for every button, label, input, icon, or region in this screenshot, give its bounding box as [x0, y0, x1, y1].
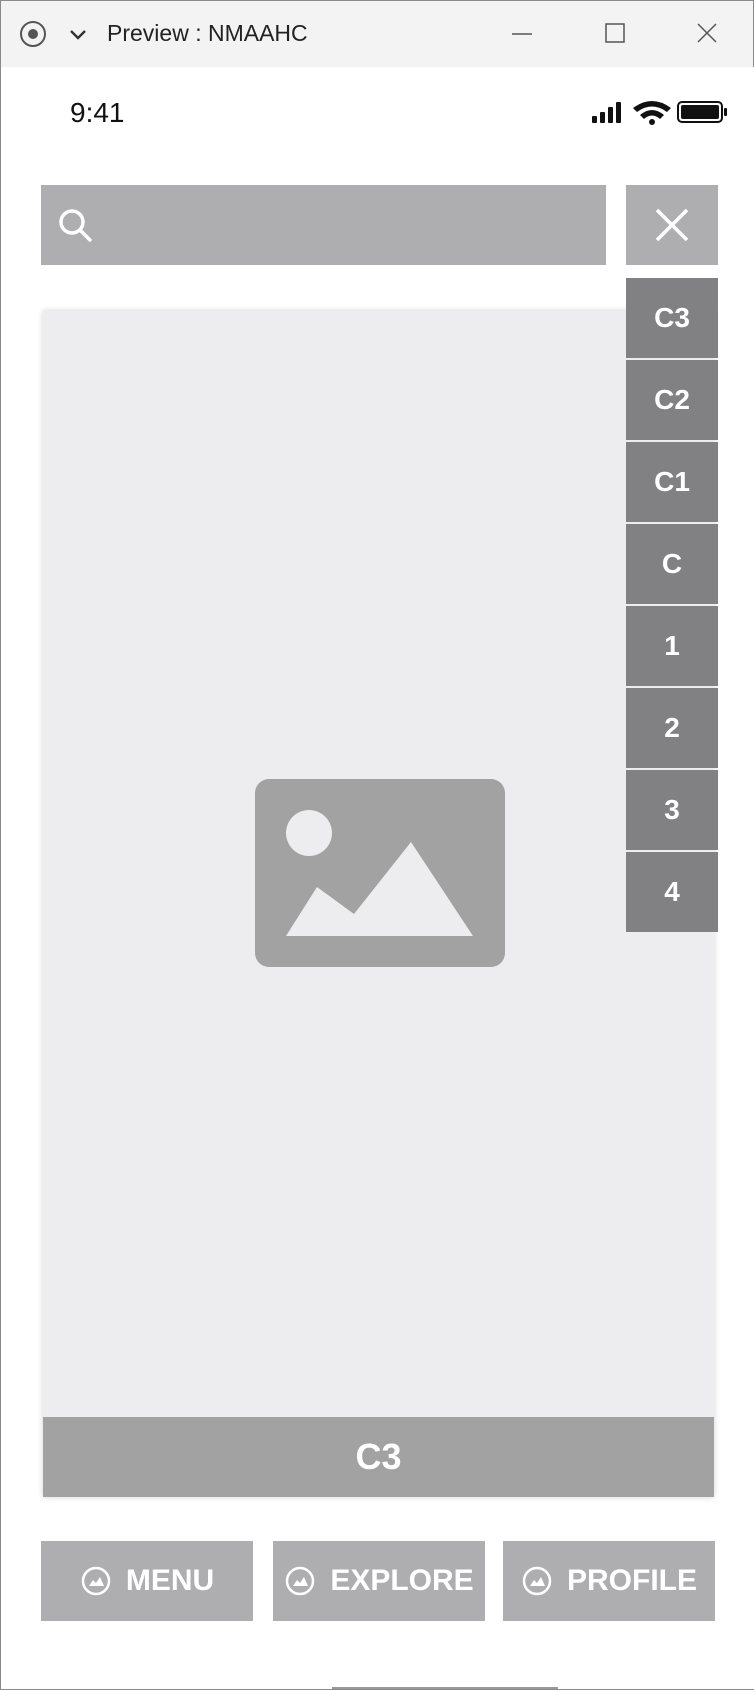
- search-input[interactable]: [41, 185, 606, 265]
- menu-label: MENU: [125, 1564, 215, 1597]
- status-icons: [592, 101, 727, 125]
- cellular-signal-icon: [592, 102, 621, 123]
- image-placeholder-icon: [255, 779, 505, 967]
- profile-button[interactable]: PROFILE: [503, 1541, 715, 1621]
- profile-label: PROFILE: [566, 1564, 697, 1597]
- floor-button-4[interactable]: 4: [626, 852, 718, 932]
- search-icon: [59, 209, 92, 242]
- menu-icon: [81, 1566, 111, 1596]
- floor-map-card[interactable]: C3: [43, 311, 714, 1497]
- floor-button-c1[interactable]: C1: [626, 442, 718, 522]
- floor-button-1[interactable]: 1: [626, 606, 718, 686]
- window-title: Preview : NMAAHC: [107, 20, 308, 46]
- bottom-nav: MENU EXPLORE PROFILE: [2, 1541, 754, 1621]
- floor-button-3[interactable]: 3: [626, 770, 718, 850]
- explore-icon: [286, 1566, 315, 1596]
- phone-screen: 9:41 C3 C3 C2 C1 C 1 2 3 4 MENU EXPLORE …: [2, 67, 754, 1689]
- explore-button[interactable]: EXPLORE: [273, 1541, 485, 1621]
- window-close-icon[interactable]: [691, 17, 723, 49]
- wifi-icon: [633, 101, 671, 125]
- close-icon: [655, 208, 689, 242]
- window-titlebar: Preview : NMAAHC: [1, 1, 753, 67]
- floor-selector: C3 C2 C1 C 1 2 3 4: [626, 278, 718, 934]
- record-icon[interactable]: [20, 21, 46, 47]
- close-search-button[interactable]: [626, 185, 718, 265]
- profile-icon: [522, 1566, 552, 1596]
- preview-window: Preview : NMAAHC 9:41 C3 C3 C2 C1 C 1 2 …: [0, 0, 754, 1690]
- menu-button[interactable]: MENU: [41, 1541, 253, 1621]
- floor-button-c2[interactable]: C2: [626, 360, 718, 440]
- maximize-icon[interactable]: [599, 17, 631, 49]
- floor-button-c3[interactable]: C3: [626, 278, 718, 358]
- floor-caption: C3: [43, 1417, 714, 1497]
- status-time: 9:41: [70, 97, 125, 128]
- home-indicator: [332, 1687, 558, 1689]
- floor-button-2[interactable]: 2: [626, 688, 718, 768]
- floor-button-c[interactable]: C: [626, 524, 718, 604]
- battery-icon: [677, 101, 727, 123]
- explore-label: EXPLORE: [330, 1564, 474, 1597]
- chevron-down-icon[interactable]: [67, 23, 89, 45]
- minimize-icon[interactable]: [506, 17, 538, 49]
